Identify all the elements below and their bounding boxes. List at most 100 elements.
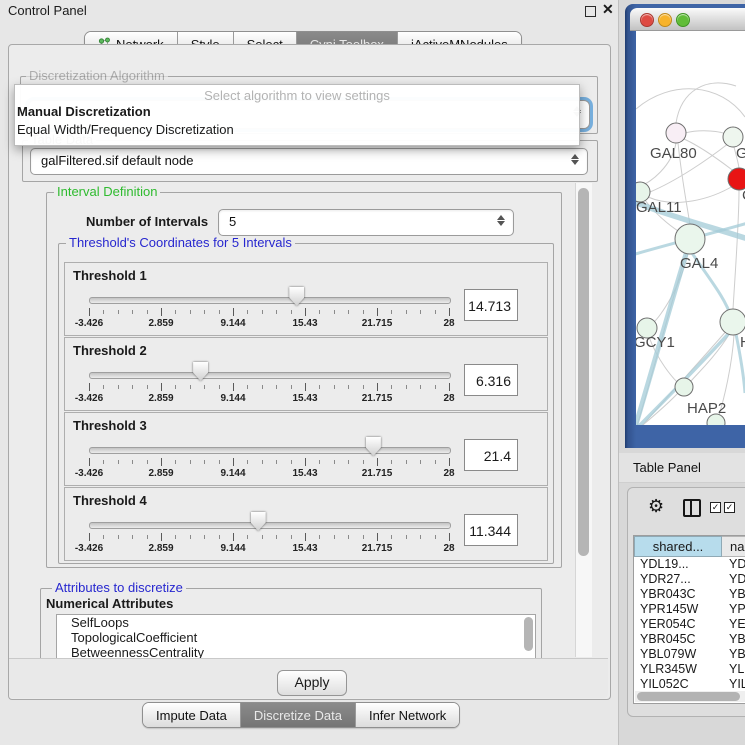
tick-label: 2.859 [131, 318, 191, 329]
settings-vertical-scrollbar[interactable] [575, 183, 592, 657]
threshold-label: Threshold 1 [73, 268, 147, 283]
tick-mark [161, 458, 162, 466]
split-columns-icon[interactable] [683, 499, 701, 517]
network-node[interactable] [666, 123, 686, 143]
tick-mark [406, 460, 407, 464]
tab-infer-network[interactable]: Infer Network [356, 703, 459, 727]
checkbox-checked-icon[interactable]: ✓ [724, 502, 735, 513]
tab-discretize-data[interactable]: Discretize Data [241, 703, 356, 727]
cell-shared-name: YER054C [640, 617, 696, 632]
cell-name: YBL0 [729, 647, 745, 662]
tick-mark [204, 310, 205, 314]
tick-mark [89, 383, 90, 391]
column-header-shared-name[interactable]: shared... [634, 536, 722, 557]
tick-mark [190, 310, 191, 314]
dropdown-option-equal-width[interactable]: Equal Width/Frequency Discretization [17, 122, 575, 139]
attribute-list-item[interactable]: TopologicalCoefficient [57, 630, 535, 645]
tick-mark [435, 385, 436, 389]
table-data-combobox[interactable]: galFiltered.sif default node [30, 148, 588, 175]
table-horizontal-scrollbar[interactable] [635, 691, 745, 702]
tick-label: 9.144 [203, 318, 263, 329]
tick-mark [247, 535, 248, 539]
tick-mark [233, 533, 234, 541]
slider-track[interactable] [89, 372, 451, 379]
threshold-value-field[interactable]: 14.713 [464, 289, 518, 321]
network-node[interactable] [675, 224, 705, 254]
network-node[interactable] [675, 378, 693, 396]
network-window-titlebar [630, 8, 745, 31]
table-row[interactable]: YPR145WYPR1 [634, 602, 745, 617]
table-row[interactable]: YBR045CYBR0 [634, 632, 745, 647]
minimize-traffic-light[interactable] [658, 13, 672, 27]
tick-mark [147, 460, 148, 464]
tick-mark [291, 310, 292, 314]
tick-mark [449, 533, 450, 541]
tick-mark [233, 383, 234, 391]
tick-mark [132, 310, 133, 314]
scrollbar-thumb[interactable] [637, 692, 740, 701]
slider-track[interactable] [89, 522, 451, 529]
slider-track[interactable] [89, 447, 451, 454]
slider-knob[interactable] [289, 287, 304, 306]
network-node[interactable] [720, 309, 745, 335]
cell-name: YBR0 [729, 587, 745, 602]
table-row[interactable]: YLR345WYLR3 [634, 662, 745, 677]
scrollbar-thumb[interactable] [578, 188, 589, 556]
slider-track[interactable] [89, 297, 451, 304]
tick-mark [276, 535, 277, 539]
threshold-value-field[interactable]: 6.316 [464, 364, 518, 396]
gear-icon[interactable]: ⚙ [648, 497, 664, 515]
table-row[interactable]: YDL19...YDL1 [634, 557, 745, 572]
close-traffic-light[interactable] [640, 13, 654, 27]
threshold-label: Threshold 3 [73, 418, 147, 433]
tick-mark [319, 460, 320, 464]
slider-knob[interactable] [366, 437, 381, 456]
numerical-attributes-list[interactable]: SelfLoopsTopologicalCoefficientBetweenne… [56, 614, 536, 662]
dropdown-option-manual[interactable]: Manual Discretization [17, 104, 575, 121]
tick-mark [262, 310, 263, 314]
table-row[interactable]: YBR043CYBR0 [634, 587, 745, 602]
network-node[interactable] [723, 127, 743, 147]
apply-button[interactable]: Apply [277, 670, 347, 696]
float-window-icon[interactable] [585, 6, 596, 17]
tick-mark [334, 535, 335, 539]
slider-knob[interactable] [193, 362, 208, 381]
column-header-name[interactable]: na [722, 536, 745, 557]
attribute-list-item[interactable]: SelfLoops [57, 615, 535, 630]
tick-mark [219, 535, 220, 539]
tick-mark [276, 310, 277, 314]
table-row[interactable]: YBL079WYBL0 [634, 647, 745, 662]
tick-mark [305, 458, 306, 466]
slider-knob[interactable] [251, 512, 266, 531]
close-icon[interactable]: ✕ [602, 1, 614, 18]
list-scrollbar-thumb[interactable] [524, 617, 533, 651]
number-of-intervals-combobox[interactable]: 5 [218, 209, 514, 236]
numerical-attributes-label: Numerical Attributes [46, 596, 173, 611]
table-row[interactable]: YDR27...YDR2 [634, 572, 745, 587]
tick-mark [175, 310, 176, 314]
apply-bar: Apply [9, 658, 608, 698]
network-canvas[interactable]: GAL80GCGAL11GAL4GCY1HHAP2 [636, 31, 745, 425]
tab-impute-data[interactable]: Impute Data [143, 703, 241, 727]
table-row[interactable]: YER054CYER0 [634, 617, 745, 632]
tick-label: 9.144 [203, 543, 263, 554]
tick-mark [319, 535, 320, 539]
cell-name: YIL0 [729, 677, 745, 692]
cell-name: YDL1 [729, 557, 745, 572]
threshold-value-field[interactable]: 21.4 [464, 439, 518, 471]
number-of-intervals-value: 5 [229, 214, 236, 229]
node-table: shared... na YDL19...YDL1YDR27...YDR2YBR… [633, 535, 745, 704]
threshold-value-field[interactable]: 11.344 [464, 514, 518, 546]
zoom-traffic-light[interactable] [676, 13, 690, 27]
table-row[interactable]: YIL052CYIL0 [634, 677, 745, 692]
cell-shared-name: YBR045C [640, 632, 696, 647]
algorithm-dropdown-popup: Select algorithm to view settings Manual… [14, 84, 580, 146]
control-panel-titlebar: Control Panel ✕ [0, 0, 618, 22]
checkbox-checked-icon[interactable]: ✓ [710, 502, 721, 513]
number-of-intervals-label: Number of Intervals [86, 214, 208, 229]
tick-mark [363, 385, 364, 389]
attributes-group-label: Attributes to discretize [52, 581, 186, 595]
control-panel-window: Control Panel ✕ Network Style Select [0, 0, 619, 745]
threshold-4-panel: Threshold 4 -3.4262.8599.14415.4321.7152… [64, 487, 548, 561]
table-rows: YDL19...YDL1YDR27...YDR2YBR043CYBR0YPR14… [634, 557, 745, 692]
